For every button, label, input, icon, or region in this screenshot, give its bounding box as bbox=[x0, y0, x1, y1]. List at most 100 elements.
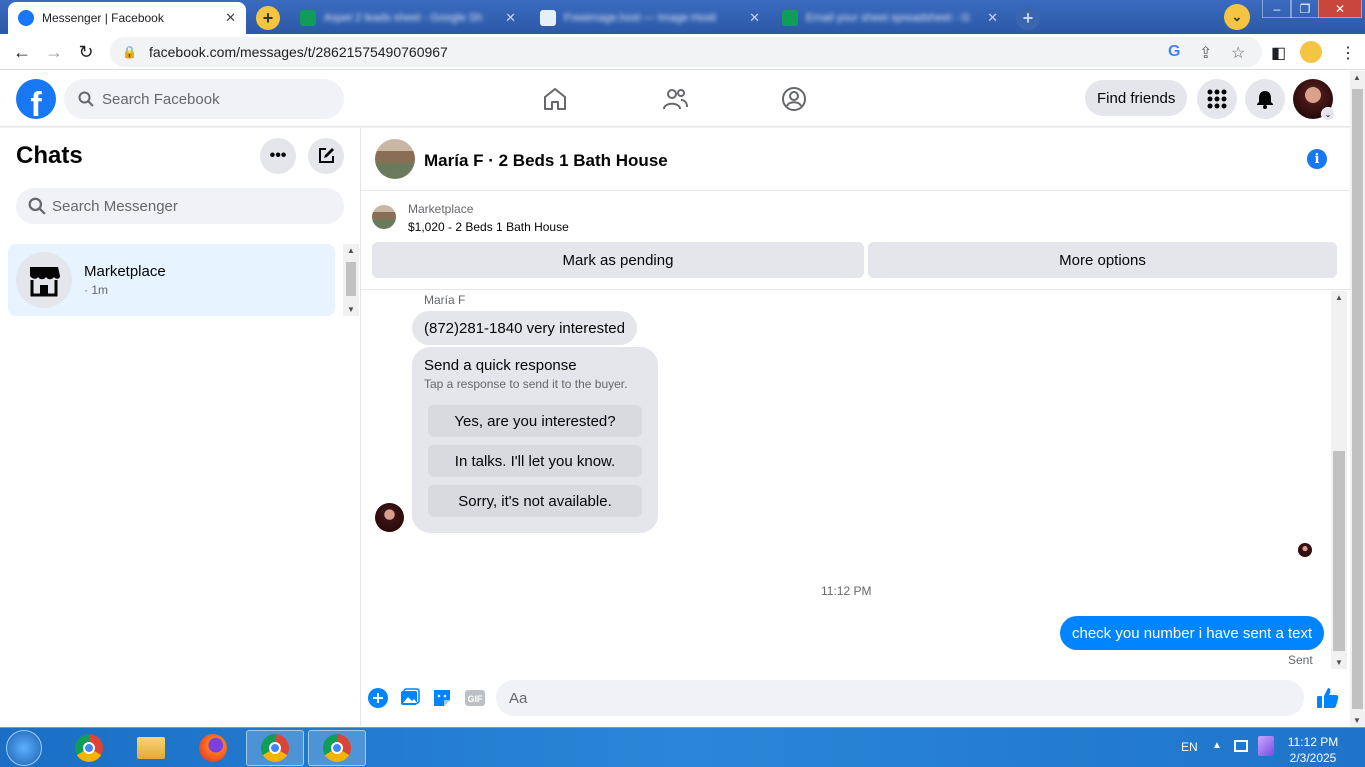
back-arrow-icon[interactable]: ← bbox=[12, 42, 32, 63]
message-composer: GIF Aa bbox=[361, 676, 1350, 720]
thumbs-up-icon[interactable] bbox=[1316, 686, 1340, 710]
notifications-button[interactable] bbox=[1245, 79, 1285, 119]
menu-grid-button[interactable] bbox=[1197, 79, 1237, 119]
search-icon bbox=[78, 91, 94, 107]
quick-response-card: Send a quick response Tap a response to … bbox=[412, 347, 658, 533]
tab-sheets[interactable]: Aspet 2 leads sheet - Google Sh ✕ bbox=[290, 2, 526, 34]
chat-list-scrollbar[interactable]: ▲ ▼ bbox=[343, 244, 359, 316]
share-icon[interactable]: ⇪ bbox=[1199, 43, 1212, 63]
close-icon[interactable]: ✕ bbox=[505, 10, 516, 26]
side-panel-icon[interactable]: ◧ bbox=[1271, 43, 1286, 63]
photo-icon[interactable] bbox=[400, 688, 420, 708]
scrollbar-thumb[interactable] bbox=[346, 262, 356, 296]
account-avatar[interactable]: ⌄ bbox=[1293, 79, 1335, 121]
quick-response-title: Send a quick response bbox=[424, 357, 577, 374]
address-bar[interactable]: 🔒 facebook.com/messages/t/28621575490760… bbox=[110, 37, 1262, 67]
scroll-down-icon[interactable]: ▼ bbox=[347, 305, 355, 314]
close-icon[interactable]: ✕ bbox=[225, 10, 236, 26]
quick-response-option[interactable]: Yes, are you interested? bbox=[428, 405, 642, 437]
mark-as-pending-button[interactable]: Mark as pending bbox=[372, 242, 864, 278]
close-icon[interactable]: ✕ bbox=[749, 10, 760, 26]
chat-list-item[interactable]: Marketplace · 1m bbox=[8, 244, 335, 316]
messenger-search-input[interactable]: Search Messenger bbox=[16, 188, 344, 224]
groups-icon[interactable] bbox=[780, 85, 808, 113]
outgoing-message[interactable]: check you number i have sent a text bbox=[1060, 616, 1325, 650]
language-indicator[interactable]: EN bbox=[1181, 740, 1198, 754]
info-icon[interactable]: i bbox=[1307, 149, 1327, 169]
taskbar-file-explorer[interactable] bbox=[122, 730, 180, 766]
tab-search-chevron-icon[interactable]: ⌄ bbox=[1224, 4, 1250, 30]
scroll-up-icon[interactable]: ▲ bbox=[347, 246, 355, 255]
sender-avatar[interactable] bbox=[375, 503, 404, 532]
tab-messenger[interactable]: Messenger | Facebook ✕ bbox=[8, 2, 246, 34]
menu-kebab-icon[interactable]: ⋮ bbox=[1340, 43, 1356, 63]
reload-icon[interactable]: ↻ bbox=[76, 42, 96, 63]
pen-icon[interactable] bbox=[1258, 736, 1274, 756]
listing-avatar[interactable] bbox=[375, 139, 415, 179]
bookmark-star-icon[interactable]: ☆ bbox=[1231, 43, 1245, 63]
facebook-search-input[interactable]: Search Facebook bbox=[64, 79, 344, 119]
chat-options-button[interactable]: ••• bbox=[260, 138, 296, 174]
page-favicon-icon bbox=[540, 10, 556, 26]
forward-arrow-icon[interactable]: → bbox=[44, 42, 64, 63]
new-message-button[interactable] bbox=[308, 138, 344, 174]
taskbar-chrome-window[interactable] bbox=[246, 730, 304, 766]
network-icon[interactable] bbox=[1234, 740, 1248, 752]
option-label: Yes, are you interested? bbox=[454, 412, 616, 430]
sheets-favicon-icon bbox=[300, 10, 316, 26]
message-input-placeholder: Aa bbox=[509, 689, 528, 707]
facebook-logo-icon[interactable]: f bbox=[16, 79, 56, 119]
incoming-message[interactable]: (872)281-1840 very interested bbox=[412, 311, 637, 345]
taskbar-firefox[interactable] bbox=[184, 730, 242, 766]
conversation-title[interactable]: María F · 2 Beds 1 Bath House bbox=[424, 151, 668, 171]
read-receipt-avatar bbox=[1298, 543, 1312, 557]
more-options-button[interactable]: More options bbox=[868, 242, 1337, 278]
tab-email-sheet[interactable]: Email your sheet spreadsheet - G ✕ bbox=[772, 2, 1008, 34]
marketplace-label: Marketplace bbox=[408, 202, 474, 216]
tab-title: Freeimage.host — Image Hosti bbox=[564, 12, 717, 24]
scroll-down-icon[interactable]: ▼ bbox=[1335, 658, 1343, 667]
sticker-icon[interactable] bbox=[432, 688, 452, 708]
minimize-icon[interactable]: – bbox=[1262, 0, 1292, 18]
facebook-favicon-icon bbox=[18, 10, 34, 26]
close-icon[interactable]: ✕ bbox=[987, 10, 998, 26]
more-icon: ••• bbox=[269, 147, 287, 164]
scrollbar-thumb[interactable] bbox=[1333, 451, 1345, 651]
scrollbar-thumb[interactable] bbox=[1352, 89, 1363, 709]
message-timestamp: 11:12 PM bbox=[821, 584, 872, 598]
scroll-up-icon[interactable]: ▲ bbox=[1353, 73, 1361, 82]
gif-icon[interactable]: GIF bbox=[464, 688, 486, 708]
firefox-icon bbox=[199, 734, 227, 762]
find-friends-button[interactable]: Find friends bbox=[1085, 80, 1188, 116]
messages-scrollbar[interactable]: ▲ ▼ bbox=[1331, 291, 1347, 669]
quick-response-option[interactable]: In talks. I'll let you know. bbox=[428, 445, 642, 477]
system-clock[interactable]: 11:12 PM 2/3/2025 bbox=[1283, 734, 1343, 766]
taskbar-chrome-window[interactable] bbox=[308, 730, 366, 766]
tray-expand-icon[interactable]: ▲ bbox=[1212, 740, 1222, 751]
friends-icon[interactable] bbox=[661, 85, 689, 113]
tab-freeimage[interactable]: Freeimage.host — Image Hosti ✕ bbox=[530, 2, 770, 34]
close-window-icon[interactable]: ✕ bbox=[1318, 0, 1362, 18]
quick-response-option[interactable]: Sorry, it's not available. bbox=[428, 485, 642, 517]
scroll-down-icon[interactable]: ▼ bbox=[1353, 716, 1361, 725]
google-icon[interactable]: G bbox=[1168, 43, 1180, 61]
chat-name: Marketplace bbox=[84, 263, 166, 280]
new-tab-icon[interactable]: + bbox=[1016, 6, 1040, 30]
plus-circle-icon[interactable] bbox=[368, 688, 388, 708]
chrome-icon bbox=[261, 734, 289, 762]
taskbar-chrome[interactable] bbox=[60, 730, 118, 766]
scroll-up-icon[interactable]: ▲ bbox=[1335, 293, 1343, 302]
message-input[interactable]: Aa bbox=[496, 680, 1304, 716]
listing-price-title[interactable]: $1,020 - 2 Beds 1 Bath House bbox=[408, 220, 569, 234]
option-label: Sorry, it's not available. bbox=[458, 492, 612, 510]
page-scrollbar[interactable]: ▲ ▼ bbox=[1350, 71, 1365, 727]
windows-start-icon[interactable] bbox=[6, 730, 42, 766]
maximize-icon[interactable]: ❐ bbox=[1290, 0, 1320, 18]
new-tab-plus-icon[interactable]: + bbox=[256, 6, 280, 30]
listing-thumbnail[interactable] bbox=[372, 205, 396, 229]
tab-title: Email your sheet spreadsheet - G bbox=[806, 12, 970, 24]
browser-tab-strip: Messenger | Facebook ✕ + Aspet 2 leads s… bbox=[0, 0, 1365, 34]
profile-avatar-icon[interactable] bbox=[1300, 41, 1322, 63]
home-icon[interactable] bbox=[541, 85, 569, 113]
option-label: In talks. I'll let you know. bbox=[454, 452, 616, 470]
